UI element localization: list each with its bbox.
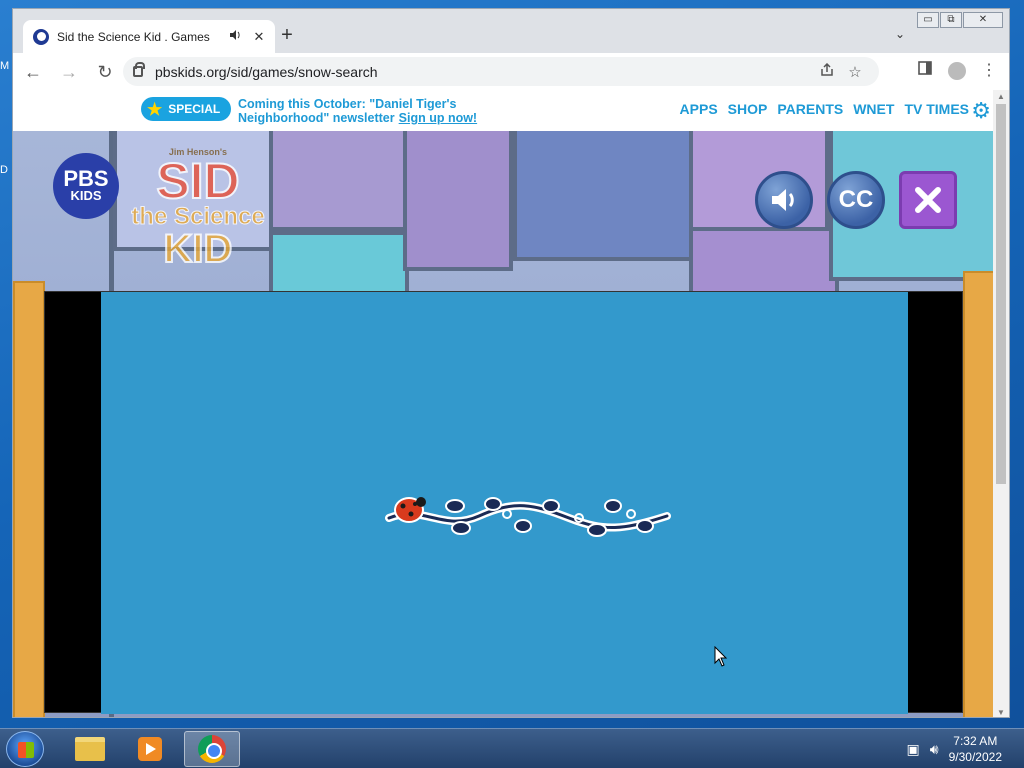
window-pane [269,131,419,231]
close-icon [915,187,941,213]
promo-text: Coming this October: "Daniel Tiger's Nei… [238,97,477,125]
vine-loading-ornament [385,497,671,537]
taskbar-chrome[interactable] [184,731,240,767]
taskbar-file-explorer[interactable] [62,731,118,767]
taskbar: ▣ 🔊︎ 7:32 AM 9/30/2022 [0,728,1024,768]
closed-captions-button[interactable]: CC [827,171,885,229]
browser-toolbar: ← → ↻ pbskids.org/sid/games/snow-search … [13,53,1009,90]
nav-shop[interactable]: SHOP [728,101,768,117]
nav-tv-times[interactable]: TV TIMES [904,101,969,117]
scroll-down-arrow-icon[interactable]: ▼ [993,708,1009,717]
scroll-up-arrow-icon[interactable]: ▲ [993,92,1009,101]
promo-line-2: Neighborhood" newsletter [238,111,395,125]
speaker-icon [772,189,794,211]
kids-logo-text: KIDS [70,188,102,203]
start-button[interactable] [6,731,44,767]
page-scrollbar[interactable]: ▲ ▼ [993,90,1009,717]
system-tray: ▣ 🔊︎ 7:32 AM 9/30/2022 [907,729,1024,768]
new-tab-button[interactable]: + [275,24,299,48]
speaker-icon[interactable] [227,29,243,44]
logo-sid: SID [155,153,240,209]
pbs-kids-logo[interactable]: PBS KIDS [53,153,119,219]
minimize-button[interactable]: ▭ [917,12,939,28]
special-label: SPECIAL [168,102,221,116]
clock[interactable]: 7:32 AM 9/30/2022 [949,733,1002,765]
close-game-button[interactable] [899,171,957,229]
desktop-icon-label[interactable]: M [0,60,10,72]
window-controls: ▭ ⧉ ✕ [917,12,1003,28]
desktop-icon-label[interactable]: D [0,164,10,176]
back-button[interactable]: ← [17,56,49,88]
tab-close-icon[interactable]: ✕ [251,29,267,45]
network-icon[interactable]: ▣ [907,741,920,758]
pbs-logo-text: PBS [63,166,109,191]
clock-time: 7:32 AM [953,734,998,748]
star-icon: ★ [147,99,163,119]
folder-icon [75,737,105,761]
logo-science: the Science [131,203,265,230]
close-window-button[interactable]: ✕ [963,12,1003,28]
pbs-header-bar: ★ SPECIAL Coming this October: "Daniel T… [13,90,995,131]
game-scene-background: PBS KIDS Jim Henson's SID the Science KI… [13,131,995,717]
tab-search-icon[interactable]: ⌄ [895,27,905,41]
chrome-icon [198,735,226,763]
tab-strip: Sid the Science Kid . Games ✕ + ⌄ ▭ ⧉ ✕ [13,9,1009,53]
toolbar-right: ⋮ [911,57,1003,85]
promo-line-1: Coming this October: "Daniel Tiger's [238,97,457,111]
window-pane [513,131,693,261]
tab-title: Sid the Science Kid . Games [57,29,210,44]
top-nav: APPS SHOP PARENTS WNET TV TIMES [680,101,969,117]
cabinet-right [963,271,995,717]
window-pane [403,131,513,271]
volume-icon[interactable]: 🔊︎ [930,741,939,758]
lock-icon[interactable] [133,62,145,77]
bookmark-star-icon[interactable]: ☆ [841,63,869,81]
special-badge[interactable]: ★ SPECIAL [141,97,231,121]
browser-window: Sid the Science Kid . Games ✕ + ⌄ ▭ ⧉ ✕ … [12,8,1010,718]
sid-the-science-kid-logo: Jim Henson's SID the Science KID [129,147,267,283]
settings-gear-icon[interactable]: ⚙ [971,98,991,124]
pbs-favicon-icon [33,28,49,45]
nav-parents[interactable]: PARENTS [777,101,843,117]
cabinet-left [13,281,45,717]
forward-button[interactable]: → [53,56,85,88]
address-bar[interactable]: pbskids.org/sid/games/snow-search ☆ [123,57,879,86]
browser-tab[interactable]: Sid the Science Kid . Games ✕ [23,20,275,53]
restore-button[interactable]: ⧉ [940,12,962,28]
url-text[interactable]: pbskids.org/sid/games/snow-search [155,64,813,80]
signup-link[interactable]: Sign up now! [399,111,477,125]
sound-button[interactable] [755,171,813,229]
reload-button[interactable]: ↻ [89,56,121,88]
side-panel-icon[interactable] [911,57,939,85]
game-canvas[interactable] [101,292,908,714]
nav-wnet[interactable]: WNET [853,101,894,117]
media-player-icon [138,737,162,761]
game-frame [44,291,963,714]
mouse-cursor-icon [714,646,728,667]
logo-kid: KID [163,227,234,271]
menu-kebab-icon[interactable]: ⋮ [975,57,1003,85]
clock-date: 9/30/2022 [948,750,1002,764]
scroll-thumb[interactable] [996,104,1006,484]
page-viewport: ★ SPECIAL Coming this October: "Daniel T… [13,90,995,717]
nav-apps[interactable]: APPS [680,101,718,117]
taskbar-media-player[interactable] [122,731,178,767]
profile-avatar-icon[interactable] [943,57,971,85]
share-icon[interactable] [813,62,841,81]
